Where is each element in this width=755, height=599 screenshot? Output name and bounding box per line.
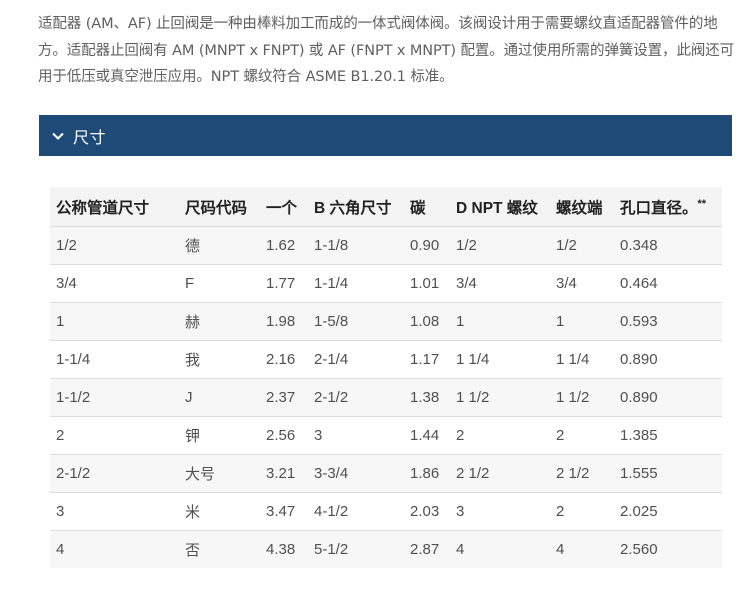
cell-orifice-diameter: 0.890 [614, 378, 722, 417]
dimensions-accordion-header[interactable]: 尺寸 [39, 115, 732, 156]
cell-b-hex: 1-1/4 [308, 264, 404, 303]
cell-d-npt-thread: 2 [450, 416, 550, 455]
cell-nominal-size: 1/2 [50, 226, 179, 265]
cell-size-code: 我 [179, 340, 260, 379]
cell-thread-end: 3/4 [550, 264, 614, 303]
cell-size-code: 钾 [179, 416, 260, 455]
table-row: 3 米 3.47 4-1/2 2.03 3 2 2.025 [50, 492, 722, 531]
table-row: 3/4 F 1.77 1-1/4 1.01 3/4 3/4 0.464 [50, 264, 722, 303]
cell-thread-end: 4 [550, 530, 614, 568]
cell-orifice-diameter: 0.593 [614, 302, 722, 341]
dimensions-table-container: 公称管道尺寸 尺码代码 一个 B 六角尺寸 碳 D NPT 螺纹 螺纹端 孔口直… [50, 187, 722, 568]
cell-c: 1.01 [404, 264, 450, 303]
cell-a: 2.37 [260, 378, 308, 417]
cell-orifice-diameter: 0.464 [614, 264, 722, 303]
cell-size-code: F [179, 264, 260, 303]
cell-orifice-diameter: 0.348 [614, 226, 722, 265]
cell-nominal-size: 3 [50, 492, 179, 531]
cell-c: 1.86 [404, 454, 450, 493]
cell-thread-end: 1 1/4 [550, 340, 614, 379]
cell-c: 1.08 [404, 302, 450, 341]
table-row: 1 赫 1.98 1-5/8 1.08 1 1 0.593 [50, 302, 722, 341]
cell-nominal-size: 4 [50, 530, 179, 568]
cell-b-hex: 1-1/8 [308, 226, 404, 265]
cell-c: 1.17 [404, 340, 450, 379]
table-row: 4 否 4.38 5-1/2 2.87 4 4 2.560 [50, 530, 722, 568]
dimensions-table: 公称管道尺寸 尺码代码 一个 B 六角尺寸 碳 D NPT 螺纹 螺纹端 孔口直… [50, 187, 722, 568]
cell-a: 1.62 [260, 226, 308, 265]
cell-orifice-diameter: 1.555 [614, 454, 722, 493]
cell-d-npt-thread: 4 [450, 530, 550, 568]
cell-thread-end: 1 [550, 302, 614, 341]
cell-thread-end: 1 1/2 [550, 378, 614, 417]
cell-nominal-size: 3/4 [50, 264, 179, 303]
cell-d-npt-thread: 1 [450, 302, 550, 341]
table-row: 1/2 德 1.62 1-1/8 0.90 1/2 1/2 0.348 [50, 226, 722, 265]
cell-size-code: 大号 [179, 454, 260, 493]
table-row: 1-1/4 我 2.16 2-1/4 1.17 1 1/4 1 1/4 0.890 [50, 340, 722, 379]
col-header-b-hex: B 六角尺寸 [308, 187, 404, 227]
cell-b-hex: 2-1/4 [308, 340, 404, 379]
cell-a: 1.77 [260, 264, 308, 303]
chevron-down-icon [52, 132, 64, 140]
cell-b-hex: 2-1/2 [308, 378, 404, 417]
cell-c: 1.38 [404, 378, 450, 417]
cell-c: 1.44 [404, 416, 450, 455]
cell-thread-end: 2 [550, 492, 614, 531]
cell-d-npt-thread: 2 1/2 [450, 454, 550, 493]
cell-c: 2.87 [404, 530, 450, 568]
col-header-size-code: 尺码代码 [179, 187, 260, 227]
cell-d-npt-thread: 3 [450, 492, 550, 531]
cell-c: 2.03 [404, 492, 450, 531]
col-header-d-npt-thread: D NPT 螺纹 [450, 187, 550, 227]
cell-thread-end: 1/2 [550, 226, 614, 265]
cell-orifice-diameter: 2.560 [614, 530, 722, 568]
cell-d-npt-thread: 1 1/2 [450, 378, 550, 417]
intro-paragraph: 适配器 (AM、AF) 止回阀是一种由棒料加工而成的一体式阀体阀。该阀设计用于需… [38, 16, 735, 85]
accordion-title: 尺寸 [73, 127, 107, 147]
col-header-c: 碳 [404, 187, 450, 227]
cell-nominal-size: 1 [50, 302, 179, 341]
cell-b-hex: 1-5/8 [308, 302, 404, 341]
cell-a: 4.38 [260, 530, 308, 568]
cell-a: 2.16 [260, 340, 308, 379]
cell-d-npt-thread: 1 1/4 [450, 340, 550, 379]
footnote-marker: ** [697, 197, 707, 210]
cell-b-hex: 3 [308, 416, 404, 455]
cell-thread-end: 2 1/2 [550, 454, 614, 493]
table-header-row: 公称管道尺寸 尺码代码 一个 B 六角尺寸 碳 D NPT 螺纹 螺纹端 孔口直… [50, 187, 722, 227]
cell-c: 0.90 [404, 226, 450, 265]
cell-thread-end: 2 [550, 416, 614, 455]
table-row: 2 钾 2.56 3 1.44 2 2 1.385 [50, 416, 722, 455]
cell-a: 2.56 [260, 416, 308, 455]
cell-a: 1.98 [260, 302, 308, 341]
cell-a: 3.47 [260, 492, 308, 531]
cell-b-hex: 4-1/2 [308, 492, 404, 531]
cell-orifice-diameter: 2.025 [614, 492, 722, 531]
cell-size-code: J [179, 378, 260, 417]
cell-b-hex: 5-1/2 [308, 530, 404, 568]
cell-nominal-size: 2-1/2 [50, 454, 179, 493]
cell-orifice-diameter: 1.385 [614, 416, 722, 455]
cell-size-code: 赫 [179, 302, 260, 341]
col-header-a: 一个 [260, 187, 308, 227]
cell-a: 3.21 [260, 454, 308, 493]
cell-nominal-size: 1-1/2 [50, 378, 179, 417]
table-row: 2-1/2 大号 3.21 3-3/4 1.86 2 1/2 2 1/2 1.555 [50, 454, 722, 493]
table-row: 1-1/2 J 2.37 2-1/2 1.38 1 1/2 1 1/2 0.890 [50, 378, 722, 417]
col-header-thread-end: 螺纹端 [550, 187, 614, 227]
col-header-nominal-pipe-size: 公称管道尺寸 [50, 187, 179, 227]
cell-nominal-size: 1-1/4 [50, 340, 179, 379]
cell-size-code: 米 [179, 492, 260, 531]
cell-nominal-size: 2 [50, 416, 179, 455]
cell-d-npt-thread: 3/4 [450, 264, 550, 303]
cell-size-code: 否 [179, 530, 260, 568]
cell-size-code: 德 [179, 226, 260, 265]
orifice-header-label: 孔口直径。 [620, 199, 698, 217]
cell-orifice-diameter: 0.890 [614, 340, 722, 379]
cell-d-npt-thread: 1/2 [450, 226, 550, 265]
cell-b-hex: 3-3/4 [308, 454, 404, 493]
col-header-orifice-diameter: 孔口直径。** [614, 187, 722, 227]
